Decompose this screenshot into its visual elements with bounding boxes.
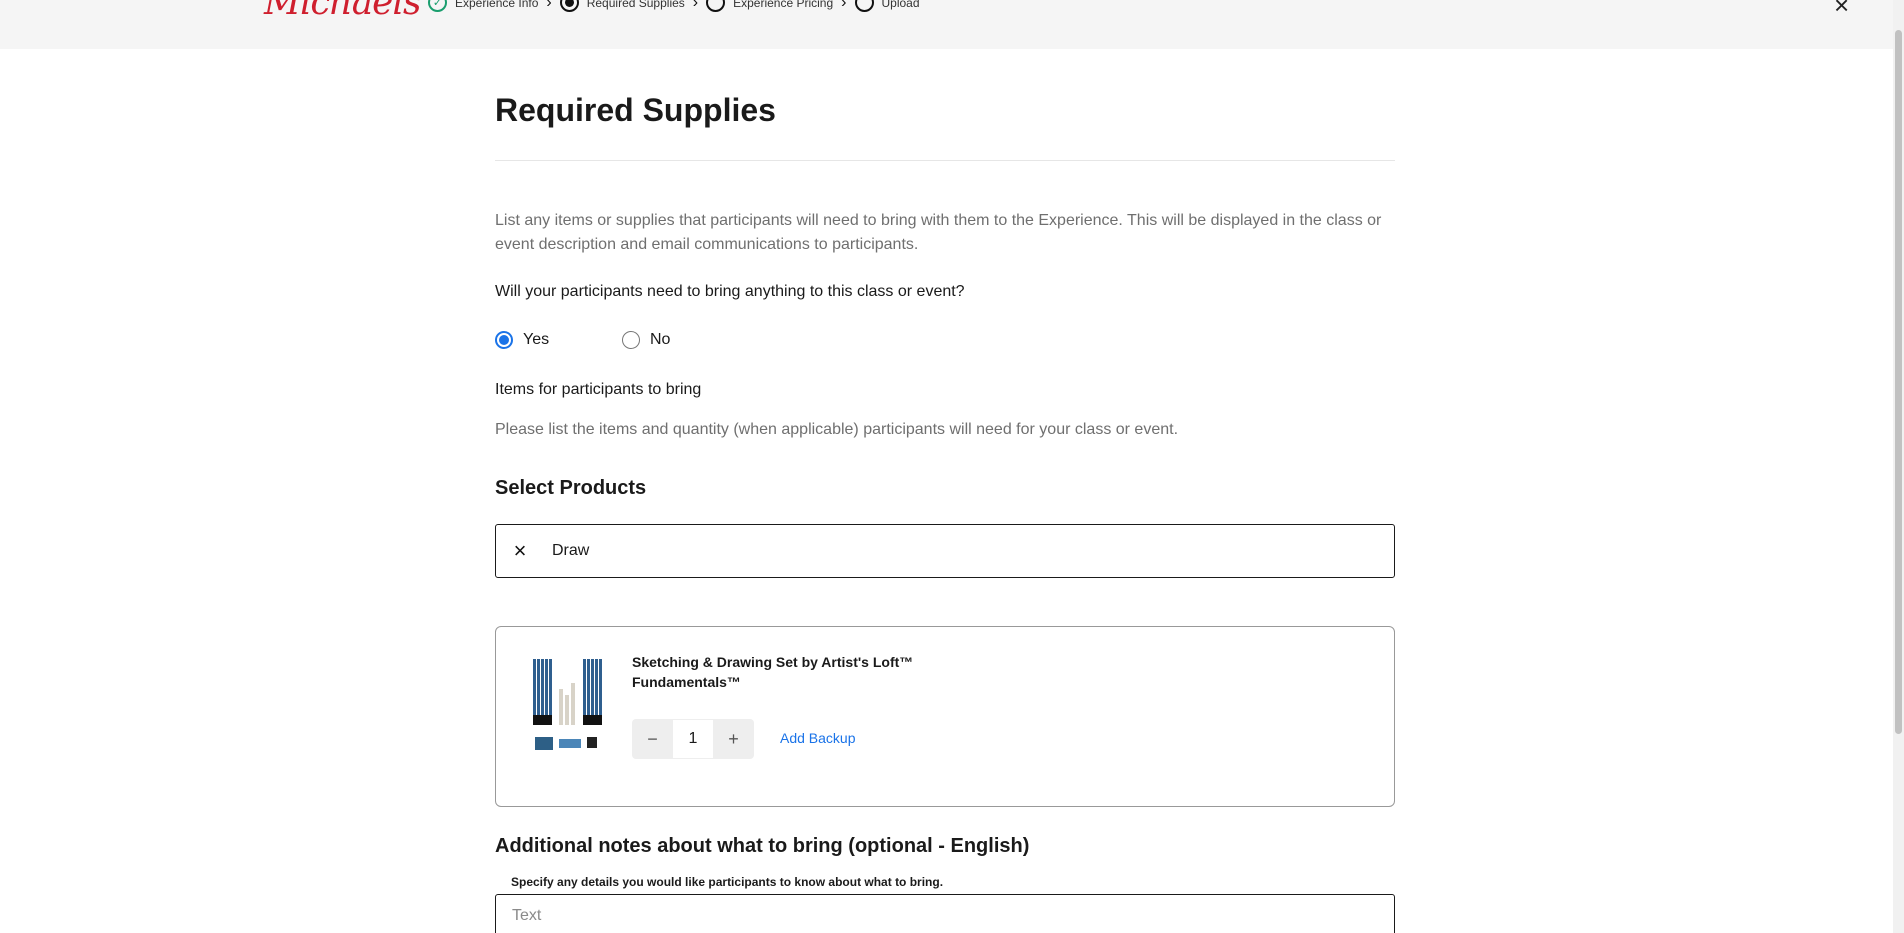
quantity-value[interactable]: 1 — [673, 719, 713, 759]
product-name[interactable]: Sketching & Drawing Set by Artist's Loft… — [632, 652, 932, 692]
radio-no[interactable]: No — [622, 331, 670, 349]
additional-notes-box — [495, 894, 1395, 933]
divider — [495, 160, 1395, 161]
michaels-logo[interactable]: Michaels — [264, 0, 421, 23]
additional-notes-title: Additional notes about what to bring (op… — [495, 835, 1030, 857]
progress-steps: ✓ Experience Info › Required Supplies › … — [428, 0, 920, 12]
product-search-box: × — [495, 524, 1395, 578]
step-experience-pricing[interactable]: Experience Pricing — [706, 0, 833, 12]
check-circle-icon: ✓ — [428, 0, 447, 12]
page-title: Required Supplies — [495, 92, 776, 128]
additional-notes-input[interactable] — [512, 907, 1372, 925]
step-required-supplies[interactable]: Required Supplies — [559, 0, 685, 12]
empty-step-icon — [854, 0, 874, 12]
bring-radio-group: Yes No — [495, 331, 670, 349]
active-step-icon — [559, 0, 579, 12]
radio-yes[interactable]: Yes — [495, 331, 622, 349]
select-products-title: Select Products — [495, 477, 647, 499]
items-help-text: Please list the items and quantity (when… — [495, 421, 1179, 438]
step-upload[interactable]: Upload — [854, 0, 920, 12]
chevron-right-icon: › — [841, 0, 847, 11]
top-header: Michaels ✓ Experience Info › Required Su… — [0, 0, 1893, 49]
radio-checked-icon[interactable] — [495, 331, 513, 349]
add-backup-link[interactable]: Add Backup — [780, 730, 856, 746]
step-label: Experience Info — [455, 0, 539, 10]
additional-notes-help: Specify any details you would like parti… — [511, 875, 944, 889]
product-search-input[interactable] — [552, 542, 1372, 560]
radio-label: Yes — [523, 331, 550, 348]
scrollbar-thumb[interactable] — [1895, 30, 1902, 734]
step-experience-info[interactable]: ✓ Experience Info — [428, 0, 538, 12]
step-label: Required Supplies — [586, 0, 685, 10]
items-label: Items for participants to bring — [495, 381, 702, 398]
step-label: Upload — [881, 0, 920, 10]
chevron-right-icon: › — [546, 0, 552, 11]
increase-quantity-button[interactable]: + — [713, 719, 754, 759]
step-label: Experience Pricing — [733, 0, 834, 10]
close-icon[interactable]: × — [1834, 0, 1849, 21]
radio-unchecked-icon[interactable] — [622, 331, 640, 349]
decrease-quantity-button[interactable]: − — [632, 719, 673, 759]
radio-label: No — [650, 331, 671, 348]
clear-icon[interactable]: × — [508, 538, 532, 564]
product-image — [527, 653, 609, 761]
intro-text: List any items or supplies that particip… — [495, 212, 1382, 253]
empty-step-icon — [706, 0, 726, 12]
chevron-right-icon: › — [692, 0, 699, 11]
product-card: Sketching & Drawing Set by Artist's Loft… — [495, 626, 1395, 807]
bring-question: Will your participants need to bring any… — [495, 283, 965, 300]
scrollbar[interactable] — [1893, 0, 1904, 933]
quantity-stepper: − 1 + — [632, 719, 754, 759]
